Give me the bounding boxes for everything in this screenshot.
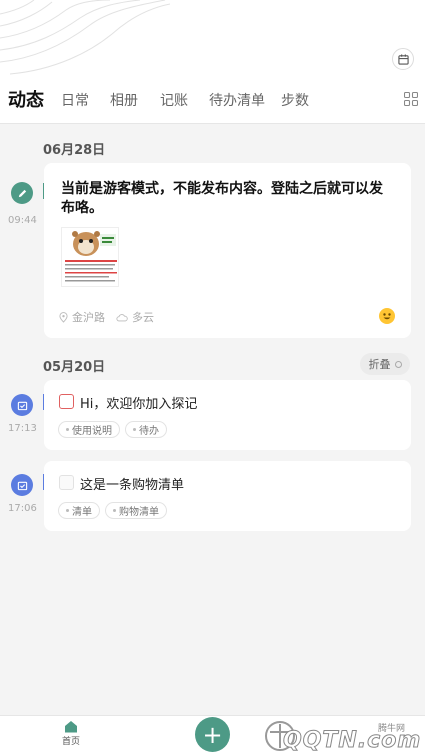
todo-checkbox[interactable]	[59, 394, 74, 409]
tag[interactable]: 待办	[125, 421, 167, 438]
todo-checkbox[interactable]	[59, 475, 74, 490]
post-card[interactable]: 当前是游客模式，不能发布内容。登陆之后就可以发布咯。 金沪路 多云	[44, 163, 411, 338]
location-pin-icon	[59, 311, 68, 323]
header: 动态 日常 相册 记账 待办清单 步数	[0, 0, 425, 124]
entry-time: 17:06	[8, 503, 37, 514]
cloud-icon	[116, 313, 128, 321]
pencil-icon	[11, 182, 33, 204]
fold-circle-icon	[394, 360, 402, 368]
smiley-emoji-icon	[379, 308, 395, 324]
post-image[interactable]	[61, 227, 119, 287]
entry-time: 17:13	[8, 423, 37, 434]
tab-dynamics[interactable]: 动态	[8, 86, 44, 112]
calendar-icon	[397, 53, 409, 65]
nav-home-label: 首页	[61, 737, 80, 747]
grid-icon[interactable]	[404, 92, 418, 106]
todo-text: Hi，欢迎你加入探记	[80, 397, 198, 412]
calendar-button[interactable]	[392, 48, 414, 70]
topographic-decoration	[0, 0, 170, 75]
tab-album[interactable]: 相册	[110, 90, 138, 110]
tag[interactable]: 清单	[58, 502, 100, 519]
section-date: 05月20日	[43, 360, 106, 375]
tab-accounting[interactable]: 记账	[160, 90, 188, 110]
home-icon	[65, 721, 77, 733]
tag-list: 使用说明 待办	[58, 421, 167, 438]
weather-text: 多云	[132, 311, 154, 324]
todo-card[interactable]: 这是一条购物清单 清单 购物清单	[44, 461, 411, 531]
tag-list: 清单 购物清单	[58, 502, 167, 519]
location-text: 金沪路	[72, 311, 105, 324]
post-text: 当前是游客模式，不能发布内容。登陆之后就可以发布咯。	[61, 181, 383, 216]
fold-button[interactable]: 折叠	[360, 353, 410, 375]
tag[interactable]: 使用说明	[58, 421, 120, 438]
tag[interactable]: 购物清单	[105, 502, 167, 519]
todo-card[interactable]: Hi，欢迎你加入探记 使用说明 待办	[44, 380, 411, 450]
tab-steps[interactable]: 步数	[281, 90, 309, 110]
fold-label: 折叠	[368, 358, 391, 371]
tab-daily[interactable]: 日常	[61, 90, 89, 110]
weather: 多云	[116, 309, 154, 325]
nav-home[interactable]: 首页	[58, 720, 84, 747]
add-button[interactable]: +	[195, 717, 230, 752]
tab-bar: 动态 日常 相册 记账 待办清单 步数	[0, 86, 425, 112]
entry-time: 09:44	[8, 215, 37, 226]
calendar-check-icon	[11, 394, 33, 416]
location: 金沪路	[59, 309, 105, 325]
watermark-text: QQTN.com	[282, 728, 422, 754]
calendar-check-icon	[11, 474, 33, 496]
tab-todo-list[interactable]: 待办清单	[209, 90, 265, 110]
section-date: 06月28日	[43, 143, 106, 158]
todo-text: 这是一条购物清单	[80, 478, 185, 493]
